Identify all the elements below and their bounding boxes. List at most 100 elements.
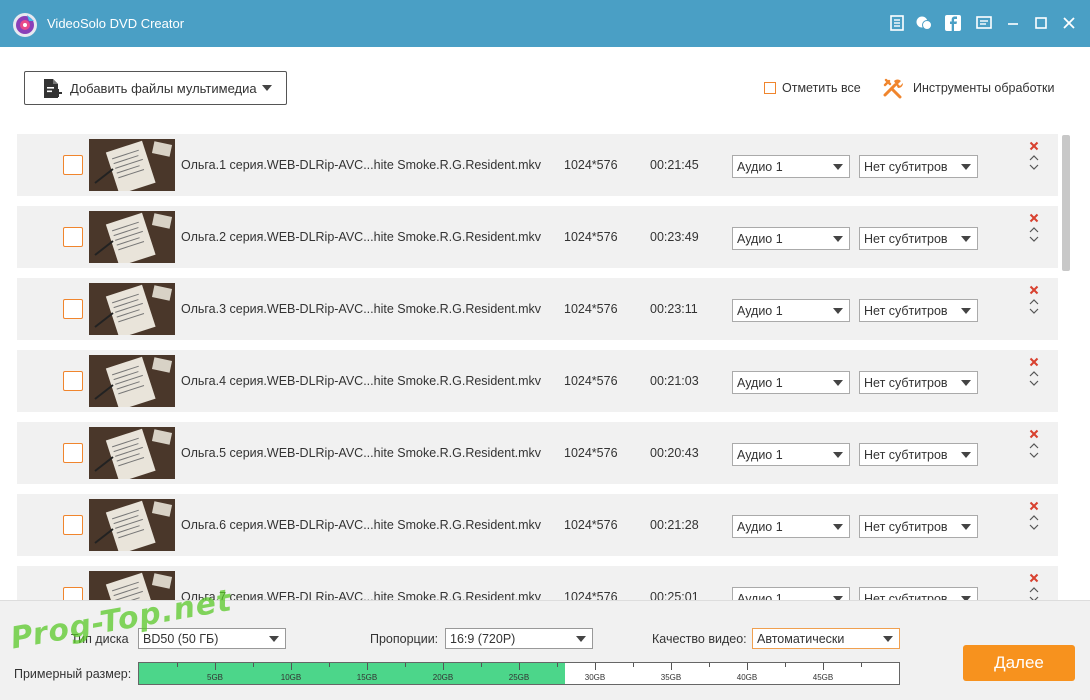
move-down-icon[interactable] [1029,163,1039,171]
minimize-icon[interactable] [1004,14,1022,32]
subtitle-value: Нет субтитров [864,304,948,318]
size-tick [633,663,634,667]
delete-file-icon[interactable] [1029,357,1039,367]
audio-track-select[interactable]: Аудио 1 [732,587,850,600]
register-icon[interactable] [888,14,906,32]
move-up-icon[interactable] [1029,586,1039,594]
video-thumbnail-image [89,139,175,191]
support-chat-icon[interactable] [915,14,933,32]
estimated-size-fill [139,663,565,684]
delete-file-icon[interactable] [1029,213,1039,223]
chevron-down-icon [833,452,843,458]
size-tick [443,663,444,670]
close-icon[interactable] [1060,14,1078,32]
file-row[interactable]: Ольга.6 серия.WEB-DLRip-AVC...hite Smoke… [17,494,1058,556]
chevron-down-icon [833,164,843,170]
move-down-icon[interactable] [1029,379,1039,387]
audio-track-select[interactable]: Аудио 1 [732,371,850,394]
subtitle-value: Нет субтитров [864,592,948,600]
delete-file-icon[interactable] [1029,285,1039,295]
chevron-down-icon [961,236,971,242]
maximize-icon[interactable] [1032,14,1050,32]
subtitle-select[interactable]: Нет субтитров [859,443,978,466]
video-thumbnail-image [89,427,175,479]
audio-track-select[interactable]: Аудио 1 [732,227,850,250]
move-down-icon[interactable] [1029,523,1039,531]
file-checkbox[interactable] [63,371,83,391]
file-row[interactable]: Ольга.3 серия.WEB-DLRip-AVC...hite Smoke… [17,278,1058,340]
file-list-scrollbar[interactable] [1062,135,1070,271]
video-thumbnail[interactable] [89,427,175,479]
move-up-icon[interactable] [1029,370,1039,378]
move-down-icon[interactable] [1029,235,1039,243]
delete-file-icon[interactable] [1029,573,1039,583]
file-duration: 00:21:28 [650,518,699,532]
file-name: Ольга.7 серия.WEB-DLRip-AVC...hite Smoke… [181,590,542,600]
file-row[interactable]: Ольга.5 серия.WEB-DLRip-AVC...hite Smoke… [17,422,1058,484]
audio-track-select[interactable]: Аудио 1 [732,155,850,178]
audio-track-select[interactable]: Аудио 1 [732,299,850,322]
file-checkbox[interactable] [63,227,83,247]
size-tick-label: 5GB [206,673,224,682]
next-button[interactable]: Далее [963,645,1075,681]
disc-type-select[interactable]: BD50 (50 ГБ) [138,628,286,649]
subtitle-select[interactable]: Нет субтитров [859,299,978,322]
size-tick [747,663,748,670]
audio-track-value: Аудио 1 [737,232,783,246]
subtitle-value: Нет субтитров [864,520,948,534]
move-up-icon[interactable] [1029,442,1039,450]
file-row[interactable]: Ольга.4 серия.WEB-DLRip-AVC...hite Smoke… [17,350,1058,412]
video-thumbnail[interactable] [89,211,175,263]
estimated-size-label: Примерный размер: [14,667,132,681]
size-tick [861,663,862,667]
video-thumbnail[interactable] [89,283,175,335]
delete-file-icon[interactable] [1029,501,1039,511]
move-down-icon[interactable] [1029,307,1039,315]
subtitle-select[interactable]: Нет субтитров [859,155,978,178]
audio-track-select[interactable]: Аудио 1 [732,515,850,538]
delete-file-icon[interactable] [1029,141,1039,151]
aspect-ratio-select[interactable]: 16:9 (720P) [445,628,593,649]
add-media-files-button[interactable]: Добавить файлы мультимедиа [24,71,287,105]
size-tick [519,663,520,670]
facebook-icon[interactable] [944,14,962,32]
subtitle-select[interactable]: Нет субтитров [859,515,978,538]
check-all-checkbox[interactable] [764,82,776,94]
move-up-icon[interactable] [1029,514,1039,522]
video-thumbnail[interactable] [89,139,175,191]
file-checkbox[interactable] [63,587,83,600]
app-logo-icon [13,13,37,37]
subtitle-value: Нет субтитров [864,232,948,246]
file-duration: 00:20:43 [650,446,699,460]
subtitle-select[interactable]: Нет субтитров [859,227,978,250]
move-up-icon[interactable] [1029,298,1039,306]
file-row[interactable]: Ольга.1 серия.WEB-DLRip-AVC...hite Smoke… [17,134,1058,196]
file-checkbox[interactable] [63,155,83,175]
feedback-icon[interactable] [975,14,993,32]
subtitle-value: Нет субтитров [864,160,948,174]
disc-type-value: BD50 (50 ГБ) [143,632,219,646]
audio-track-value: Аудио 1 [737,304,783,318]
file-checkbox[interactable] [63,515,83,535]
video-thumbnail[interactable] [89,355,175,407]
file-checkbox[interactable] [63,299,83,319]
chevron-down-icon [961,452,971,458]
subtitle-value: Нет субтитров [864,376,948,390]
audio-track-value: Аудио 1 [737,376,783,390]
subtitle-select[interactable]: Нет субтитров [859,371,978,394]
audio-track-select[interactable]: Аудио 1 [732,443,850,466]
audio-track-value: Аудио 1 [737,592,783,600]
file-row[interactable]: Ольга.2 серия.WEB-DLRip-AVC...hite Smoke… [17,206,1058,268]
move-down-icon[interactable] [1029,451,1039,459]
file-resolution: 1024*576 [564,302,618,316]
chevron-down-icon [961,524,971,530]
subtitle-select[interactable]: Нет субтитров [859,587,978,600]
video-thumbnail[interactable] [89,499,175,551]
move-up-icon[interactable] [1029,226,1039,234]
video-quality-select[interactable]: Автоматически [752,628,900,649]
delete-file-icon[interactable] [1029,429,1039,439]
move-up-icon[interactable] [1029,154,1039,162]
size-tick [253,663,254,667]
chevron-down-icon [961,380,971,386]
file-checkbox[interactable] [63,443,83,463]
